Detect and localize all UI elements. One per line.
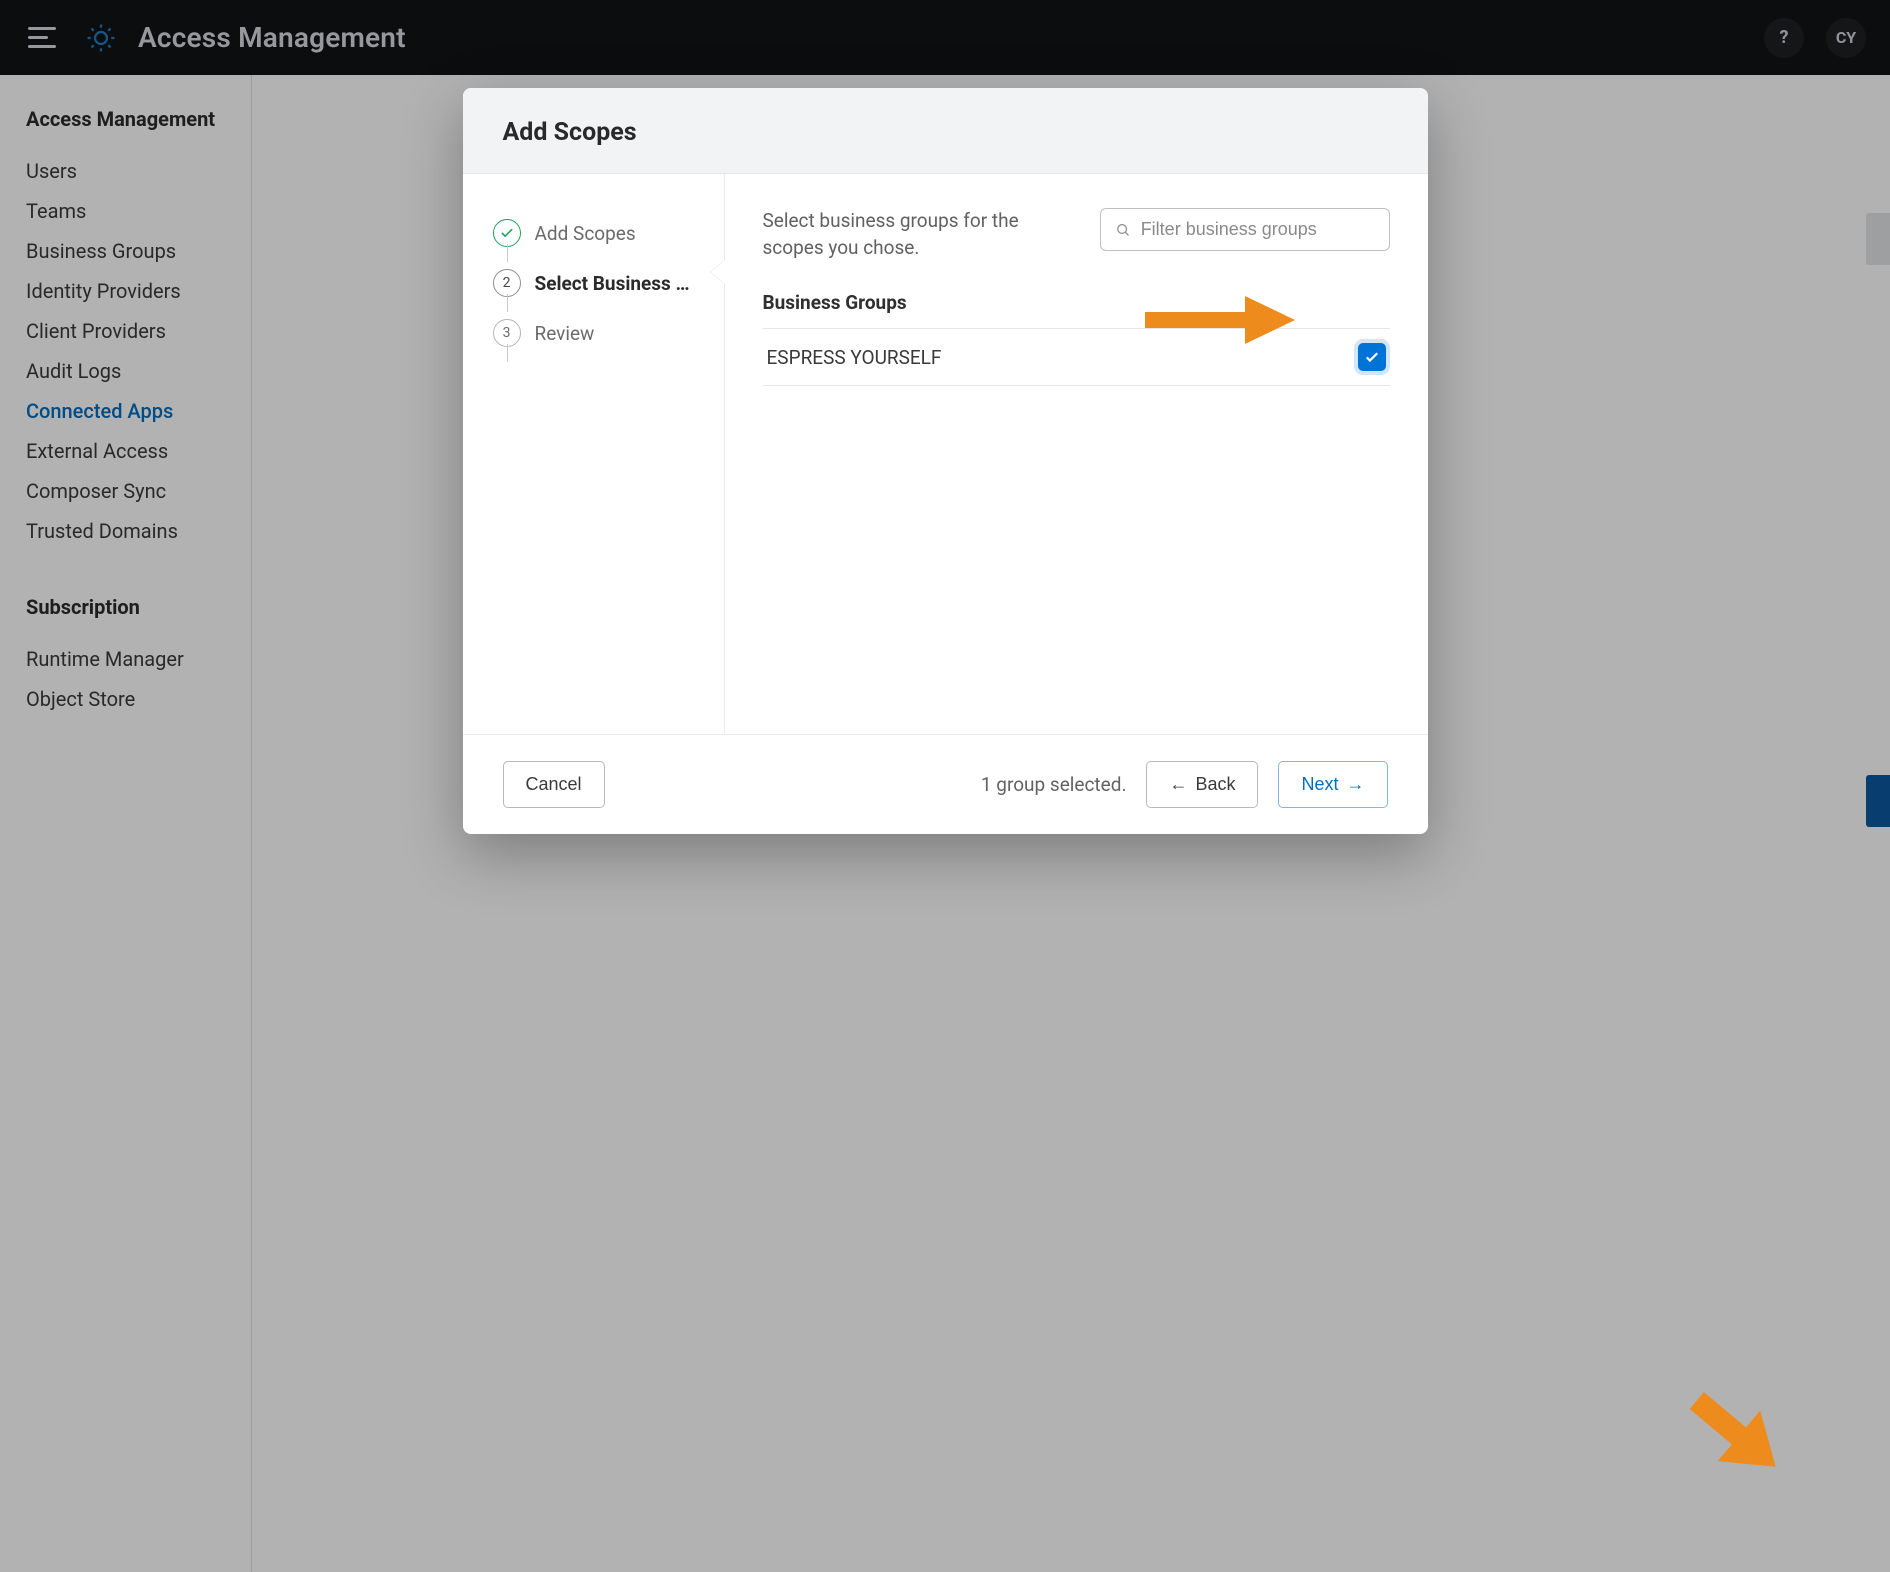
next-button[interactable]: Next → [1278,761,1387,808]
step-label: Add Scopes [535,222,636,245]
modal-title: Add Scopes [503,118,1388,147]
filter-business-groups-input[interactable] [1100,208,1390,251]
checkmark-icon [1363,348,1381,366]
step-add-scopes[interactable]: Add Scopes [493,208,706,258]
instruction-text: Select business groups for the scopes yo… [763,208,1063,261]
modal-header: Add Scopes [463,88,1428,174]
wizard-stepper: Add Scopes 2 Select Business … 3 Review [463,174,725,734]
business-group-checkbox[interactable] [1358,343,1386,371]
filter-input-field[interactable] [1141,219,1375,240]
back-button-label: Back [1195,774,1235,795]
next-button-label: Next [1301,774,1338,795]
arrow-left-icon: ← [1169,774,1187,795]
arrow-right-icon: → [1347,774,1365,795]
selection-count-text: 1 group selected. [981,773,1127,796]
business-groups-heading: Business Groups [763,291,1390,314]
business-group-name: ESPRESS YOURSELF [767,346,942,369]
cancel-button[interactable]: Cancel [503,761,605,808]
step-review[interactable]: 3 Review [493,308,706,358]
search-icon [1115,221,1131,239]
step-label: Review [535,322,595,345]
active-step-caret-icon [711,260,725,284]
modal-footer: Cancel 1 group selected. ← Back Next → [463,734,1428,834]
step-number: 3 [493,319,521,347]
modal-content: Select business groups for the scopes yo… [725,174,1428,734]
step-label: Select Business … [535,272,690,295]
step-number: 2 [493,269,521,297]
back-button[interactable]: ← Back [1146,761,1258,808]
check-icon [493,219,521,247]
business-group-row[interactable]: ESPRESS YOURSELF [763,328,1390,386]
step-select-business-groups[interactable]: 2 Select Business … [493,258,706,308]
add-scopes-modal: Add Scopes Add Scopes 2 Select Business … [463,88,1428,834]
